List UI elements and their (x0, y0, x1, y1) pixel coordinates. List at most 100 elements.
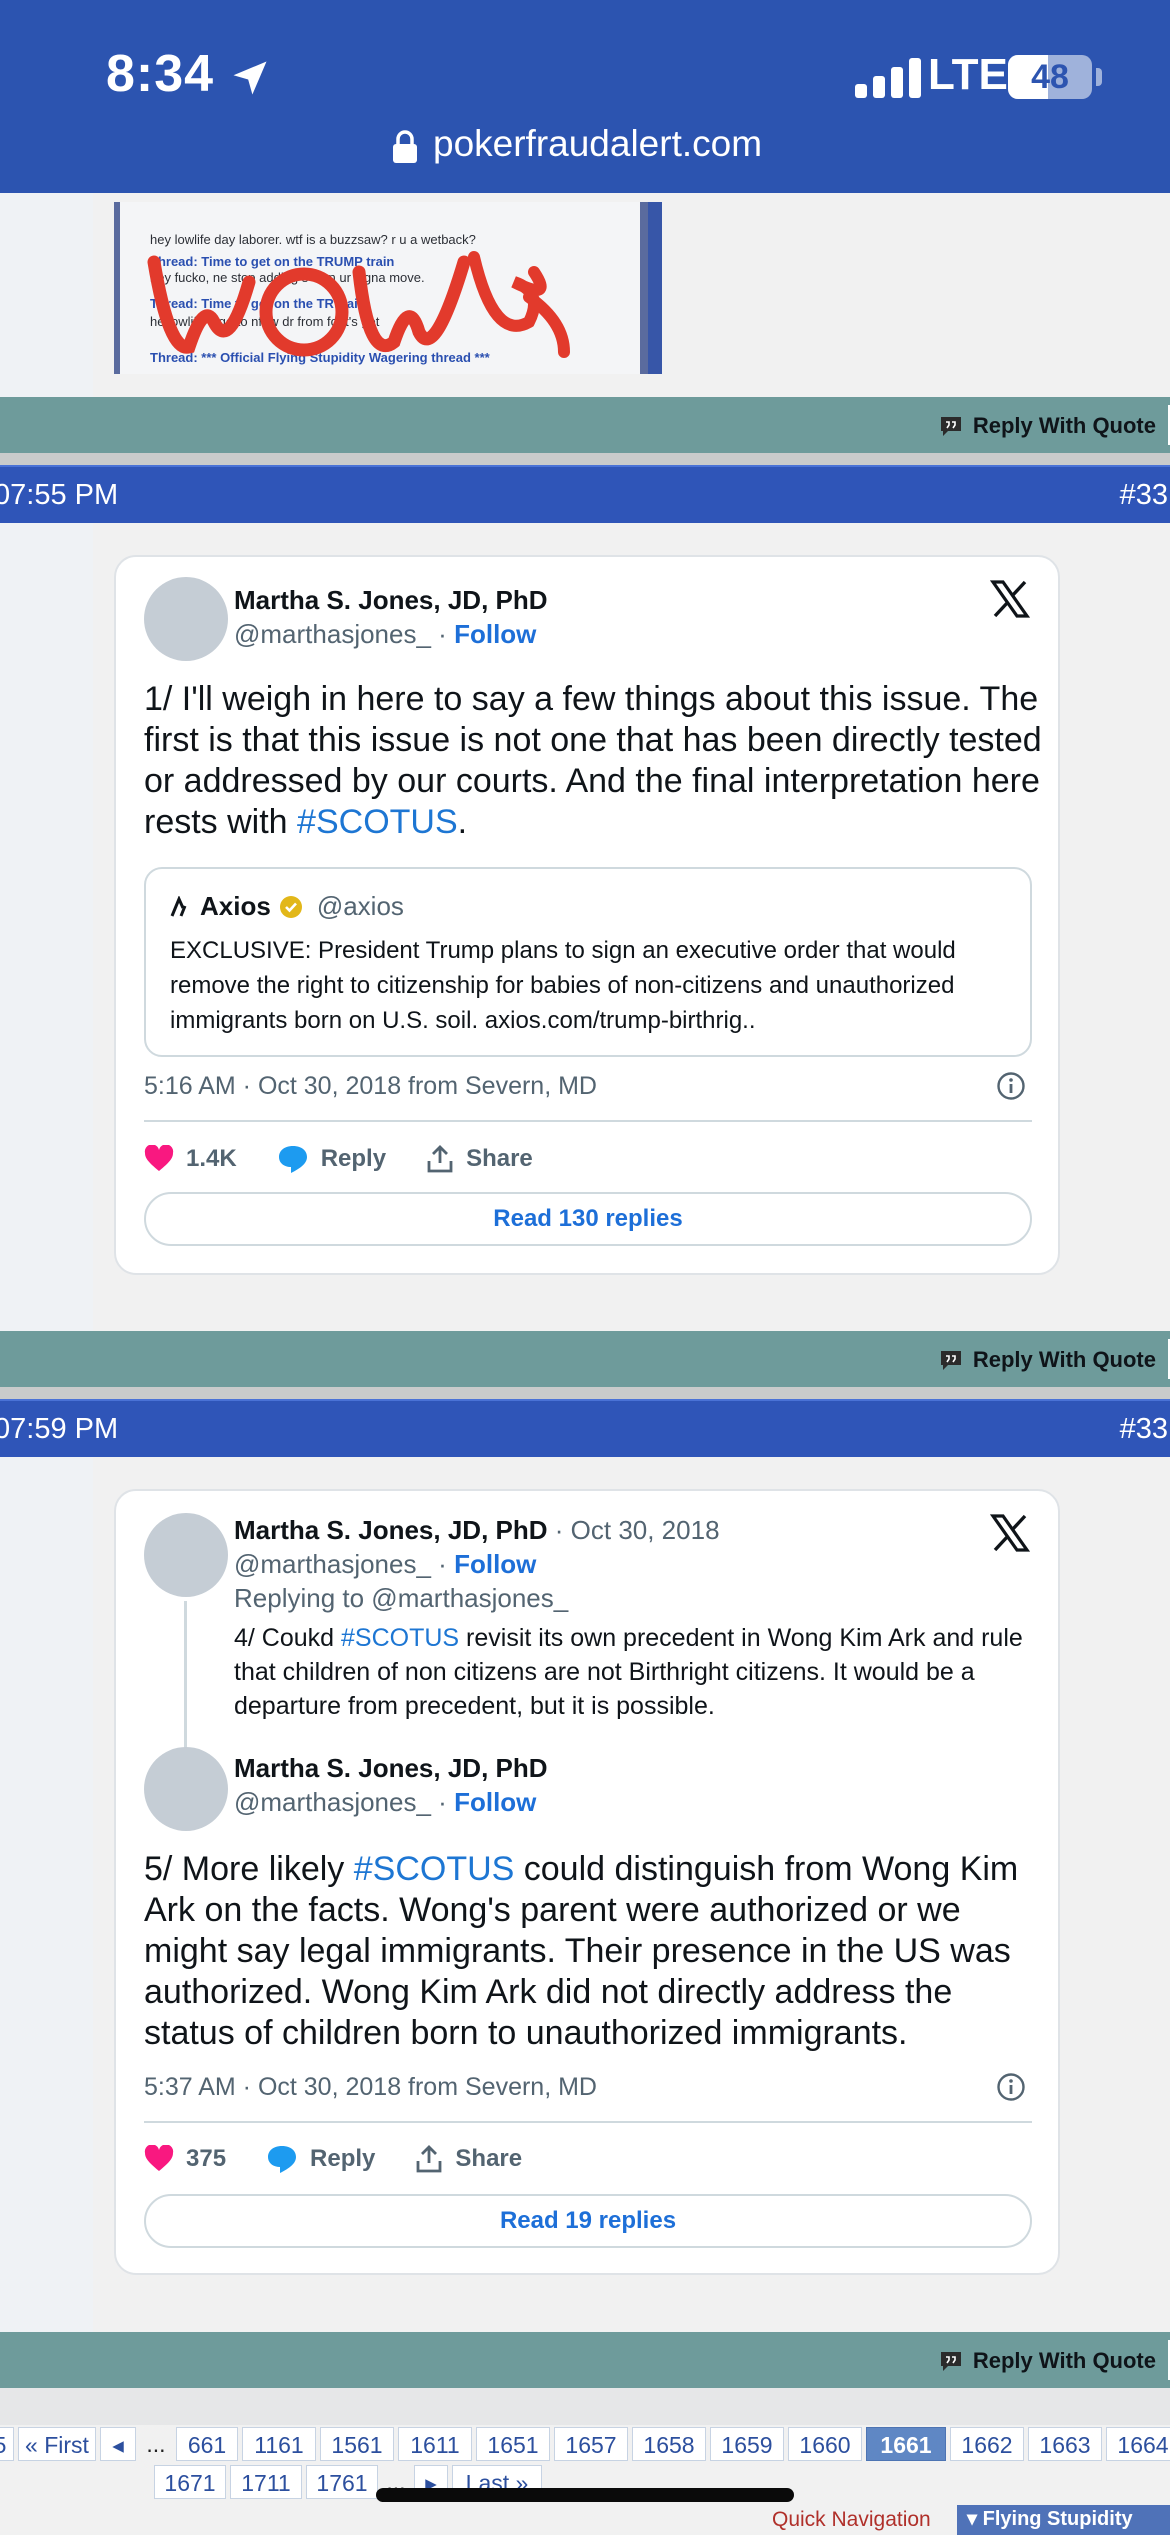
address-bar-url[interactable]: pokerfraudalert.com (433, 123, 762, 165)
post-time: 07:55 PM (0, 479, 119, 511)
info-icon[interactable] (996, 1071, 1026, 1101)
pagination-link[interactable]: 1711 (230, 2465, 302, 2499)
like-count: 1.4K (186, 1145, 237, 1172)
parent-tweet-author-line: Martha S. Jones, JD, PhD · Oct 30, 2018 (234, 1515, 720, 1546)
share-label: Share (466, 1145, 533, 1172)
read-replies-button[interactable]: Read 130 replies (144, 1192, 1032, 1246)
battery-nub (1096, 68, 1102, 86)
verified-badge-icon (279, 895, 302, 918)
browser-top-bar: 8:34 LTE 48 pokerfraudalert.com (0, 0, 1170, 193)
reply-with-quote-label: Reply With Quote (972, 1347, 1156, 1372)
pagination-link[interactable]: 1664 (1106, 2427, 1170, 2461)
reply-with-quote-button[interactable]: Reply With Quote (939, 2340, 1170, 2380)
pagination-link[interactable]: 1660 (788, 2427, 862, 2461)
like-count: 375 (186, 2145, 227, 2172)
reply-with-quote-label: Reply With Quote (972, 2348, 1156, 2373)
quick-navigation-link[interactable]: Quick Navigation (772, 2508, 931, 2532)
replying-to-label: Replying to @marthasjones_ (234, 1583, 569, 1613)
tweet-author-name[interactable]: Martha S. Jones, JD, PhD (234, 1753, 548, 1784)
embedded-screenshot-image[interactable]: hey lowlife day laborer. wtf is a buzzsa… (114, 202, 662, 374)
x-logo-icon[interactable] (990, 1513, 1030, 1553)
avatar[interactable] (144, 1747, 228, 1831)
lock-icon (393, 130, 417, 163)
share-button[interactable]: Share (426, 1144, 533, 1174)
pagination-link[interactable]: 5 (0, 2427, 14, 2461)
home-indicator (376, 2488, 794, 2502)
pagination-link[interactable]: 661 (176, 2427, 238, 2461)
post-number-link[interactable]: #33 (1120, 479, 1168, 512)
tweet-author-handle[interactable]: @marthasjones_ (234, 1787, 431, 1817)
pagination-link[interactable]: 1658 (632, 2427, 706, 2461)
post-sidebar (0, 1457, 93, 2332)
reply-button[interactable]: Reply (277, 1144, 386, 1174)
reply-with-quote-button[interactable]: Reply With Quote (939, 1339, 1170, 1379)
post-actions-bar: Reply With Quote (0, 2332, 1170, 2388)
cellular-signal-icon (855, 58, 921, 98)
pagination-link[interactable]: ◂ (100, 2427, 136, 2461)
location-arrow-icon (233, 61, 267, 95)
battery-level: 48 (1031, 58, 1069, 96)
forum-jump-select[interactable]: ▾ Flying Stupidity (957, 2505, 1170, 2535)
parent-tweet-text: 4/ Coukd #SCOTUS revisit its own precede… (234, 1624, 1023, 1720)
hashtag-link[interactable]: #SCOTUS (354, 1850, 515, 1888)
avatar[interactable] (144, 577, 228, 661)
tweet-author-handle[interactable]: @marthasjones_ (234, 619, 431, 649)
tweet-timestamp[interactable]: 5:37 AM · Oct 30, 2018 from Severn, MD (144, 2073, 597, 2102)
share-icon (427, 1145, 453, 1173)
pagination-link[interactable]: 1657 (554, 2427, 628, 2461)
quoted-tweet-author: Axios (200, 891, 271, 921)
battery-icon: 48 (1008, 55, 1092, 99)
like-button[interactable]: 1.4K (144, 1145, 237, 1173)
pagination-link[interactable]: 1561 (320, 2427, 394, 2461)
follow-button[interactable]: Follow (454, 1549, 536, 1579)
tweet-author-handle-line: @marthasjones_ · Follow (234, 1787, 536, 1818)
parent-tweet-author[interactable]: Martha S. Jones, JD, PhD (234, 1515, 548, 1545)
pagination-link[interactable]: 1161 (242, 2427, 316, 2461)
post-header-bar: 07:59 PM #33 (0, 1399, 1170, 1457)
tweet-text: 5/ More likely #SCOTUS could distinguish… (144, 1850, 1019, 2052)
reply-with-quote-label: Reply With Quote (972, 413, 1156, 438)
post-separator (0, 2388, 1170, 2425)
hashtag-link[interactable]: #SCOTUS (341, 1624, 459, 1652)
tweet-text: 1/ I'll weigh in here to say a few thing… (144, 680, 1042, 841)
reply-button[interactable]: Reply (266, 2144, 375, 2174)
post-actions-bar: Reply With Quote (0, 1331, 1170, 1387)
hashtag-link[interactable]: #SCOTUS (297, 803, 458, 841)
quoted-tweet[interactable]: Axios @axios EXCLUSIVE: President Trump … (144, 867, 1032, 1057)
pagination-link[interactable]: 1663 (1028, 2427, 1102, 2461)
parent-tweet-date[interactable]: · Oct 30, 2018 (555, 1515, 720, 1545)
pagination-link[interactable]: 1661 (866, 2427, 946, 2461)
pagination-link[interactable]: 1761 (306, 2465, 378, 2499)
parent-tweet-handle[interactable]: @marthasjones_ (234, 1549, 431, 1579)
pagination-link[interactable]: 1611 (398, 2427, 472, 2461)
x-logo-icon[interactable] (990, 579, 1030, 619)
pagination-link[interactable]: 1671 (154, 2465, 226, 2499)
pagination-link[interactable]: 1659 (710, 2427, 784, 2461)
tweet-actions: 375 Reply Share (144, 2137, 562, 2181)
heart-icon (144, 2145, 174, 2171)
embedded-tweet-card: Martha S. Jones, JD, PhD @marthasjones_ … (114, 555, 1060, 1275)
post-time: 07:59 PM (0, 1413, 119, 1445)
thread-connector-line (184, 1601, 187, 1751)
pagination-link[interactable]: « First (18, 2427, 96, 2461)
read-replies-button[interactable]: Read 19 replies (144, 2194, 1032, 2248)
parent-tweet-handle-line: @marthasjones_ · Follow (234, 1549, 536, 1580)
follow-button[interactable]: Follow (454, 1787, 536, 1817)
follow-button[interactable]: Follow (454, 619, 536, 649)
post-number-link[interactable]: #33 (1120, 1413, 1168, 1446)
pagination-link[interactable]: 1662 (950, 2427, 1024, 2461)
network-type: LTE (928, 50, 1008, 99)
tweet-author-name[interactable]: Martha S. Jones, JD, PhD (234, 585, 548, 616)
tweet-timestamp[interactable]: 5:16 AM · Oct 30, 2018 from Severn, MD (144, 1072, 597, 1101)
reply-with-quote-button[interactable]: Reply With Quote (939, 405, 1170, 445)
handle-separator: · (438, 619, 447, 649)
post-sidebar (0, 523, 93, 1331)
like-button[interactable]: 375 (144, 2145, 226, 2173)
avatar[interactable] (144, 1513, 228, 1597)
info-icon[interactable] (996, 2072, 1026, 2102)
share-button[interactable]: Share (415, 2144, 522, 2174)
post-separator (0, 453, 1170, 465)
pagination-link[interactable]: 1651 (476, 2427, 550, 2461)
share-icon (417, 2145, 442, 2173)
handle-separator: · (438, 1787, 447, 1817)
